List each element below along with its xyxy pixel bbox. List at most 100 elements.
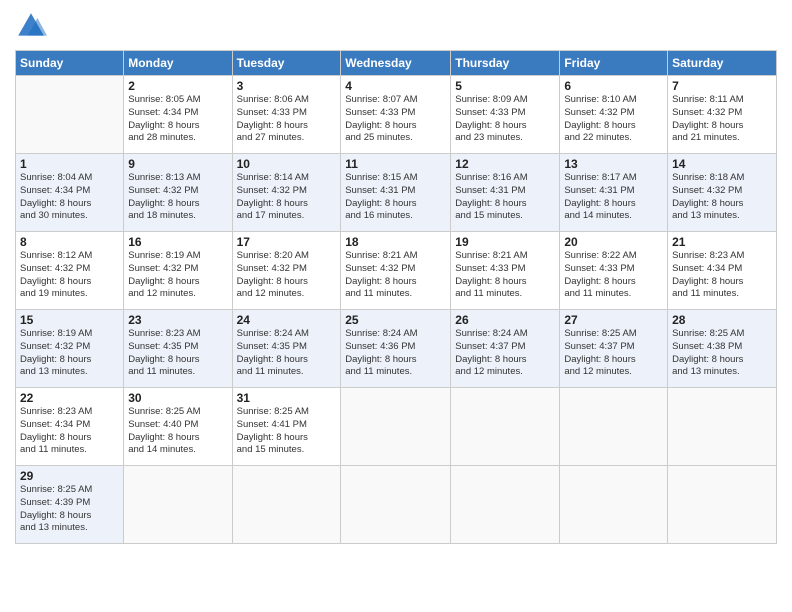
- day-number: 26: [455, 313, 555, 327]
- day-info: Sunrise: 8:20 AM Sunset: 4:32 PM Dayligh…: [237, 250, 337, 301]
- day-info: Sunrise: 8:25 AM Sunset: 4:41 PM Dayligh…: [237, 406, 337, 457]
- calendar-cell: 5Sunrise: 8:09 AM Sunset: 4:33 PM Daylig…: [451, 76, 560, 154]
- day-info: Sunrise: 8:25 AM Sunset: 4:39 PM Dayligh…: [20, 484, 119, 535]
- day-number: 31: [237, 391, 337, 405]
- day-number: 16: [128, 235, 227, 249]
- logo-icon: [15, 10, 47, 42]
- day-info: Sunrise: 8:25 AM Sunset: 4:38 PM Dayligh…: [672, 328, 772, 379]
- calendar-row-0: 2Sunrise: 8:05 AM Sunset: 4:34 PM Daylig…: [16, 76, 777, 154]
- day-number: 14: [672, 157, 772, 171]
- day-number: 25: [345, 313, 446, 327]
- calendar-cell: 21Sunrise: 8:23 AM Sunset: 4:34 PM Dayli…: [668, 232, 777, 310]
- calendar-cell: 23Sunrise: 8:23 AM Sunset: 4:35 PM Dayli…: [124, 310, 232, 388]
- col-header-wednesday: Wednesday: [341, 51, 451, 76]
- calendar-cell: [668, 466, 777, 544]
- calendar-cell: 24Sunrise: 8:24 AM Sunset: 4:35 PM Dayli…: [232, 310, 341, 388]
- calendar-cell: 26Sunrise: 8:24 AM Sunset: 4:37 PM Dayli…: [451, 310, 560, 388]
- day-number: 28: [672, 313, 772, 327]
- day-info: Sunrise: 8:09 AM Sunset: 4:33 PM Dayligh…: [455, 94, 555, 145]
- calendar-cell: 15Sunrise: 8:19 AM Sunset: 4:32 PM Dayli…: [16, 310, 124, 388]
- day-info: Sunrise: 8:25 AM Sunset: 4:40 PM Dayligh…: [128, 406, 227, 457]
- day-info: Sunrise: 8:23 AM Sunset: 4:35 PM Dayligh…: [128, 328, 227, 379]
- calendar-cell: [341, 388, 451, 466]
- calendar-cell: 20Sunrise: 8:22 AM Sunset: 4:33 PM Dayli…: [560, 232, 668, 310]
- day-number: 8: [20, 235, 119, 249]
- day-number: 30: [128, 391, 227, 405]
- calendar-cell: 6Sunrise: 8:10 AM Sunset: 4:32 PM Daylig…: [560, 76, 668, 154]
- calendar-cell: 19Sunrise: 8:21 AM Sunset: 4:33 PM Dayli…: [451, 232, 560, 310]
- calendar-cell: 22Sunrise: 8:23 AM Sunset: 4:34 PM Dayli…: [16, 388, 124, 466]
- col-header-friday: Friday: [560, 51, 668, 76]
- day-number: 7: [672, 79, 772, 93]
- day-number: 11: [345, 157, 446, 171]
- calendar-cell: 28Sunrise: 8:25 AM Sunset: 4:38 PM Dayli…: [668, 310, 777, 388]
- day-info: Sunrise: 8:21 AM Sunset: 4:32 PM Dayligh…: [345, 250, 446, 301]
- calendar-cell: [668, 388, 777, 466]
- calendar-cell: 29Sunrise: 8:25 AM Sunset: 4:39 PM Dayli…: [16, 466, 124, 544]
- day-number: 15: [20, 313, 119, 327]
- calendar-row-2: 8Sunrise: 8:12 AM Sunset: 4:32 PM Daylig…: [16, 232, 777, 310]
- day-info: Sunrise: 8:16 AM Sunset: 4:31 PM Dayligh…: [455, 172, 555, 223]
- day-info: Sunrise: 8:23 AM Sunset: 4:34 PM Dayligh…: [672, 250, 772, 301]
- day-number: 5: [455, 79, 555, 93]
- logo: [15, 10, 51, 42]
- calendar-cell: 16Sunrise: 8:19 AM Sunset: 4:32 PM Dayli…: [124, 232, 232, 310]
- day-info: Sunrise: 8:21 AM Sunset: 4:33 PM Dayligh…: [455, 250, 555, 301]
- day-info: Sunrise: 8:15 AM Sunset: 4:31 PM Dayligh…: [345, 172, 446, 223]
- day-number: 2: [128, 79, 227, 93]
- day-info: Sunrise: 8:13 AM Sunset: 4:32 PM Dayligh…: [128, 172, 227, 223]
- day-number: 9: [128, 157, 227, 171]
- calendar-cell: 14Sunrise: 8:18 AM Sunset: 4:32 PM Dayli…: [668, 154, 777, 232]
- calendar-cell: [16, 76, 124, 154]
- day-number: 23: [128, 313, 227, 327]
- calendar-cell: 8Sunrise: 8:12 AM Sunset: 4:32 PM Daylig…: [16, 232, 124, 310]
- calendar-cell: 27Sunrise: 8:25 AM Sunset: 4:37 PM Dayli…: [560, 310, 668, 388]
- day-info: Sunrise: 8:05 AM Sunset: 4:34 PM Dayligh…: [128, 94, 227, 145]
- day-number: 27: [564, 313, 663, 327]
- day-info: Sunrise: 8:18 AM Sunset: 4:32 PM Dayligh…: [672, 172, 772, 223]
- calendar-cell: 17Sunrise: 8:20 AM Sunset: 4:32 PM Dayli…: [232, 232, 341, 310]
- day-info: Sunrise: 8:14 AM Sunset: 4:32 PM Dayligh…: [237, 172, 337, 223]
- calendar-row-3: 15Sunrise: 8:19 AM Sunset: 4:32 PM Dayli…: [16, 310, 777, 388]
- calendar-cell: 18Sunrise: 8:21 AM Sunset: 4:32 PM Dayli…: [341, 232, 451, 310]
- calendar-row-5: 29Sunrise: 8:25 AM Sunset: 4:39 PM Dayli…: [16, 466, 777, 544]
- calendar-cell: 11Sunrise: 8:15 AM Sunset: 4:31 PM Dayli…: [341, 154, 451, 232]
- day-info: Sunrise: 8:07 AM Sunset: 4:33 PM Dayligh…: [345, 94, 446, 145]
- calendar-cell: 9Sunrise: 8:13 AM Sunset: 4:32 PM Daylig…: [124, 154, 232, 232]
- calendar-cell: 30Sunrise: 8:25 AM Sunset: 4:40 PM Dayli…: [124, 388, 232, 466]
- calendar-cell: 12Sunrise: 8:16 AM Sunset: 4:31 PM Dayli…: [451, 154, 560, 232]
- day-info: Sunrise: 8:22 AM Sunset: 4:33 PM Dayligh…: [564, 250, 663, 301]
- day-info: Sunrise: 8:24 AM Sunset: 4:35 PM Dayligh…: [237, 328, 337, 379]
- day-number: 29: [20, 469, 119, 483]
- day-number: 13: [564, 157, 663, 171]
- day-number: 6: [564, 79, 663, 93]
- calendar-cell: 31Sunrise: 8:25 AM Sunset: 4:41 PM Dayli…: [232, 388, 341, 466]
- calendar-cell: 4Sunrise: 8:07 AM Sunset: 4:33 PM Daylig…: [341, 76, 451, 154]
- calendar-cell: 3Sunrise: 8:06 AM Sunset: 4:33 PM Daylig…: [232, 76, 341, 154]
- col-header-sunday: Sunday: [16, 51, 124, 76]
- day-number: 12: [455, 157, 555, 171]
- day-info: Sunrise: 8:24 AM Sunset: 4:36 PM Dayligh…: [345, 328, 446, 379]
- day-number: 18: [345, 235, 446, 249]
- day-info: Sunrise: 8:19 AM Sunset: 4:32 PM Dayligh…: [128, 250, 227, 301]
- day-number: 1: [20, 157, 119, 171]
- day-info: Sunrise: 8:19 AM Sunset: 4:32 PM Dayligh…: [20, 328, 119, 379]
- col-header-monday: Monday: [124, 51, 232, 76]
- calendar-cell: [232, 466, 341, 544]
- day-info: Sunrise: 8:25 AM Sunset: 4:37 PM Dayligh…: [564, 328, 663, 379]
- day-number: 3: [237, 79, 337, 93]
- page: SundayMondayTuesdayWednesdayThursdayFrid…: [0, 0, 792, 612]
- day-number: 19: [455, 235, 555, 249]
- day-number: 21: [672, 235, 772, 249]
- day-info: Sunrise: 8:06 AM Sunset: 4:33 PM Dayligh…: [237, 94, 337, 145]
- header: [15, 10, 777, 42]
- calendar-cell: 25Sunrise: 8:24 AM Sunset: 4:36 PM Dayli…: [341, 310, 451, 388]
- day-info: Sunrise: 8:17 AM Sunset: 4:31 PM Dayligh…: [564, 172, 663, 223]
- day-info: Sunrise: 8:24 AM Sunset: 4:37 PM Dayligh…: [455, 328, 555, 379]
- calendar-cell: [560, 466, 668, 544]
- calendar-cell: 7Sunrise: 8:11 AM Sunset: 4:32 PM Daylig…: [668, 76, 777, 154]
- day-info: Sunrise: 8:10 AM Sunset: 4:32 PM Dayligh…: [564, 94, 663, 145]
- calendar-cell: [451, 388, 560, 466]
- calendar-cell: [124, 466, 232, 544]
- calendar-cell: 13Sunrise: 8:17 AM Sunset: 4:31 PM Dayli…: [560, 154, 668, 232]
